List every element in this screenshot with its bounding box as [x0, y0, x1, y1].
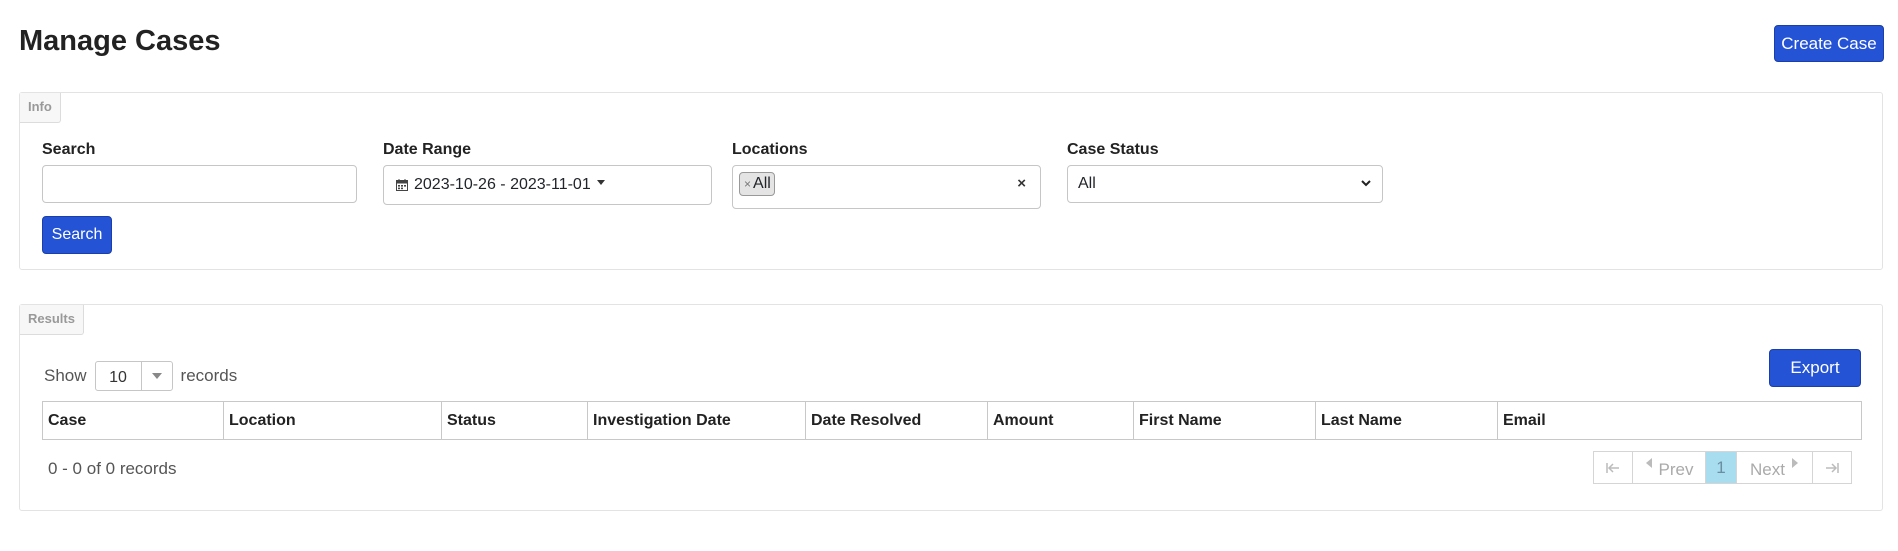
- prev-label: Prev: [1658, 460, 1694, 479]
- column-header-status[interactable]: Status: [442, 402, 588, 439]
- column-header-date-resolved[interactable]: Date Resolved: [806, 402, 988, 439]
- case-status-label: Case Status: [1067, 141, 1159, 158]
- location-tag: × All: [739, 172, 775, 196]
- calendar-icon: [396, 179, 408, 191]
- case-status-value: All: [1078, 175, 1096, 192]
- column-header-case[interactable]: Case: [43, 402, 224, 439]
- page-length-control: Show 10 records: [44, 361, 237, 391]
- records-summary: 0 - 0 of 0 records: [48, 459, 177, 478]
- first-page-icon: [1606, 462, 1619, 473]
- records-label: records: [180, 366, 238, 385]
- last-page-button[interactable]: [1812, 451, 1852, 484]
- page-title: Manage Cases: [19, 25, 221, 57]
- chevron-left-icon: [1645, 457, 1652, 468]
- location-tag-label: All: [753, 175, 771, 192]
- page-1-button[interactable]: 1: [1705, 451, 1737, 484]
- results-legend: Results: [20, 305, 84, 335]
- search-button[interactable]: Search: [42, 216, 112, 254]
- next-label: Next: [1750, 460, 1785, 479]
- column-header-amount[interactable]: Amount: [988, 402, 1134, 439]
- info-panel: Info Search Date Range 2023-10-26 - 2023…: [19, 92, 1883, 270]
- column-header-last-name[interactable]: Last Name: [1316, 402, 1498, 439]
- search-label: Search: [42, 141, 96, 158]
- pagination: Prev 1 Next: [1593, 451, 1852, 484]
- page-size-select[interactable]: 10: [94, 361, 173, 391]
- caret-down-icon: [596, 179, 605, 185]
- clear-icon[interactable]: ×: [1017, 175, 1026, 192]
- date-range-picker[interactable]: 2023-10-26 - 2023-11-01: [383, 165, 712, 205]
- show-label: Show: [44, 366, 87, 385]
- export-button[interactable]: Export: [1769, 349, 1861, 387]
- search-input[interactable]: [42, 165, 357, 203]
- chevron-down-icon: [1361, 180, 1371, 187]
- last-page-icon: [1826, 462, 1839, 473]
- column-header-location[interactable]: Location: [224, 402, 442, 439]
- case-status-select[interactable]: All: [1067, 165, 1383, 203]
- remove-tag-icon[interactable]: ×: [744, 177, 751, 191]
- chevron-right-icon: [1791, 457, 1798, 468]
- locations-label: Locations: [732, 141, 808, 158]
- prev-page-button[interactable]: Prev: [1632, 451, 1706, 484]
- results-table-header: Case Location Status Investigation Date …: [42, 401, 1862, 440]
- info-legend: Info: [20, 93, 61, 123]
- dropdown-arrow-icon: [142, 362, 172, 390]
- date-range-value: 2023-10-26 - 2023-11-01: [414, 176, 591, 193]
- results-panel: Results Show 10 records Export Case Loca…: [19, 304, 1883, 511]
- column-header-email[interactable]: Email: [1498, 402, 1861, 439]
- column-header-investigation-date[interactable]: Investigation Date: [588, 402, 806, 439]
- page-size-value: 10: [96, 362, 142, 390]
- date-range-label: Date Range: [383, 141, 472, 158]
- first-page-button[interactable]: [1593, 451, 1633, 484]
- locations-select[interactable]: × All ×: [732, 165, 1041, 209]
- column-header-first-name[interactable]: First Name: [1134, 402, 1316, 439]
- next-page-button[interactable]: Next: [1736, 451, 1813, 484]
- create-case-button[interactable]: Create Case: [1774, 25, 1884, 62]
